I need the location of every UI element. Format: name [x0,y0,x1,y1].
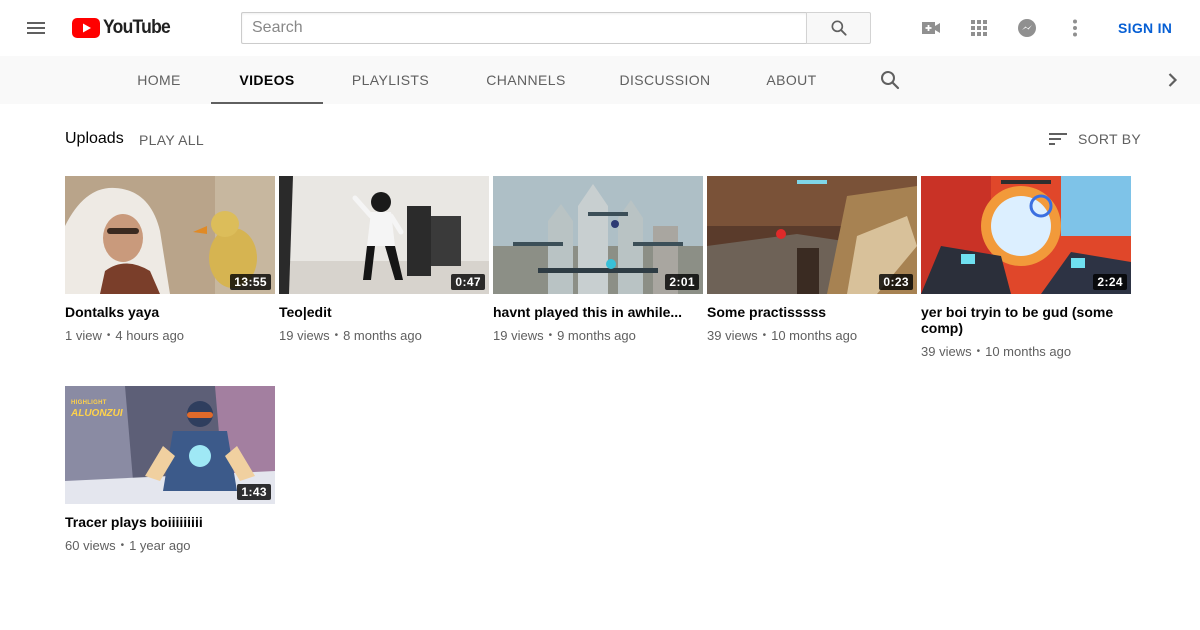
view-count: 19 views [279,328,330,343]
sort-by-label: SORT BY [1078,131,1142,147]
separator-dot: • [334,330,339,341]
video-duration: 13:55 [230,274,271,290]
channel-tab-bar: HOME VIDEOS PLAYLISTS CHANNELS DISCUSSIO… [0,56,1200,104]
search-button[interactable] [806,12,871,44]
search-input[interactable] [241,12,807,44]
video-meta: 39 views • 10 months ago [707,328,917,343]
uploads-heading: Uploads [65,130,124,147]
video-meta: 19 views • 9 months ago [493,328,703,343]
video-title[interactable]: havnt played this in awhile... [493,304,703,320]
sort-by-button[interactable]: SORT BY [1046,128,1141,150]
hamburger-menu-icon[interactable] [24,16,48,40]
sign-in-button[interactable]: SIGN IN [1106,18,1184,38]
separator-dot: • [976,346,981,357]
video-card[interactable]: 2:01 havnt played this in awhile... 19 v… [493,176,703,343]
video-card[interactable]: 0:47 Teo|edit 19 views • 8 months ago [279,176,489,343]
tab-about[interactable]: ABOUT [756,56,827,104]
tab-channels[interactable]: CHANNELS [477,56,575,104]
upload-age: 10 months ago [771,328,858,343]
tab-videos[interactable]: VIDEOS [211,56,323,104]
video-meta: 1 view • 4 hours ago [65,328,275,343]
upload-age: 1 year ago [129,538,191,553]
video-card[interactable]: 2:24 yer boi tryin to be gud (some comp)… [921,176,1131,359]
messages-icon[interactable] [1015,16,1039,40]
video-duration: 2:01 [665,274,699,290]
video-title[interactable]: Teo|edit [279,304,489,320]
separator-dot: • [762,330,767,341]
search-icon [831,20,847,36]
video-card[interactable]: HIGHLIGHT ALUONZUI 1:43 Tracer plays boi… [65,386,275,553]
logo-wordmark: YouTube [103,17,171,38]
upload-age: 10 months ago [985,344,1072,359]
view-count: 19 views [493,328,544,343]
view-count: 60 views [65,538,116,553]
video-title[interactable]: Some practisssss [707,304,917,320]
view-count: 39 views [707,328,758,343]
separator-dot: • [120,540,125,551]
video-duration: 2:24 [1093,274,1127,290]
upload-age: 9 months ago [557,328,636,343]
video-title[interactable]: Tracer plays boiiiiiiiii [65,514,275,530]
video-duration: 1:43 [237,484,271,500]
channel-search-icon[interactable] [878,68,902,92]
upload-age: 4 hours ago [115,328,185,343]
upload-age: 8 months ago [343,328,422,343]
video-thumbnail[interactable]: 2:01 [493,176,703,294]
separator-dot: • [106,330,111,341]
separator-dot: • [548,330,553,341]
apps-grid-icon[interactable] [967,16,991,40]
video-thumbnail[interactable]: HIGHLIGHT ALUONZUI 1:43 [65,386,275,504]
video-meta: 39 views • 10 months ago [921,344,1131,359]
video-card[interactable]: 0:23 Some practisssss 39 views • 10 mont… [707,176,917,343]
video-title[interactable]: Dontalks yaya [65,304,275,320]
video-duration: 0:23 [879,274,913,290]
thumbnail-overlay-text: HIGHLIGHT [71,400,107,406]
sort-icon [1049,133,1067,145]
video-thumbnail[interactable]: 0:47 [279,176,489,294]
view-count: 39 views [921,344,972,359]
video-thumbnail[interactable]: 2:24 [921,176,1131,294]
play-all-button[interactable]: PLAY ALL [139,132,204,148]
video-thumbnail[interactable]: 13:55 [65,176,275,294]
video-card[interactable]: 13:55 Dontalks yaya 1 view • 4 hours ago [65,176,275,343]
video-meta: 19 views • 8 months ago [279,328,489,343]
youtube-play-logo-icon [72,18,100,38]
tab-discussion[interactable]: DISCUSSION [613,56,717,104]
tab-home[interactable]: HOME [126,56,192,104]
chevron-right-icon[interactable] [1160,68,1184,92]
view-count: 1 view [65,328,102,343]
masthead: YouTube SIGN IN [0,0,1200,56]
video-thumbnail[interactable]: 0:23 [707,176,917,294]
video-duration: 0:47 [451,274,485,290]
video-meta: 60 views • 1 year ago [65,538,275,553]
more-options-icon[interactable] [1063,16,1087,40]
tab-playlists[interactable]: PLAYLISTS [342,56,439,104]
youtube-logo[interactable]: YouTube [72,17,176,39]
thumbnail-overlay-text: ALUONZUI [71,408,123,419]
video-title[interactable]: yer boi tryin to be gud (some comp) [921,304,1131,336]
video-camera-plus-icon[interactable] [919,16,943,40]
